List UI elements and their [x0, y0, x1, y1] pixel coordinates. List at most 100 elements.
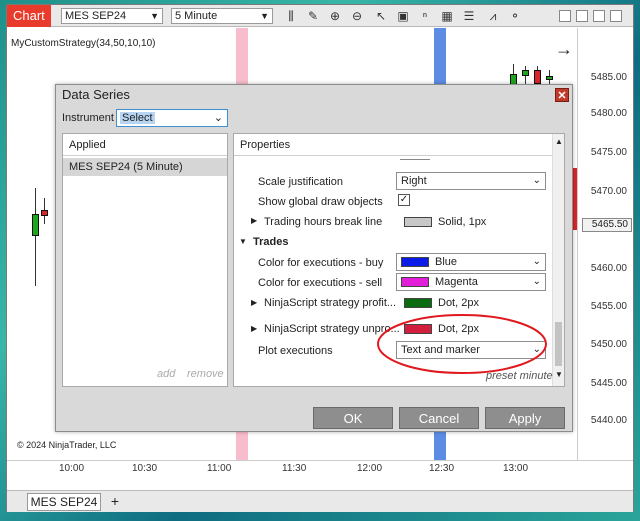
indicator-label: MyCustomStrategy(34,50,10,10) — [11, 38, 156, 49]
chevron-down-icon: ⌄ — [532, 276, 541, 287]
color-sell-select[interactable]: Magenta ⌄ — [396, 273, 546, 291]
window-button-4[interactable] — [610, 10, 622, 22]
scrollbar[interactable]: ▲ ▼ — [552, 134, 564, 386]
scale-justification-select[interactable]: Right ⌄ — [396, 172, 546, 190]
candle-up — [522, 70, 529, 76]
collapse-arrow-icon[interactable]: ▼ — [239, 237, 247, 246]
properties-icon[interactable]: ☰ — [461, 9, 477, 23]
candle-wick — [35, 188, 36, 286]
color-swatch — [404, 298, 432, 309]
chevron-down-icon: ▼ — [150, 11, 159, 21]
color-swatch — [401, 277, 429, 288]
price-axis[interactable]: 5485.00 5480.00 5475.00 5470.00 5465.50 … — [577, 28, 633, 460]
chevron-down-icon: ⌄ — [532, 175, 541, 186]
tab-mes-sep24[interactable]: MES SEP24 — [27, 493, 101, 511]
price-label: 5460.00 — [590, 263, 627, 274]
bar-type-icon[interactable]: ⫼ — [283, 9, 299, 23]
scale-justification-label: Scale justification — [258, 176, 343, 188]
window-button-2[interactable] — [576, 10, 588, 22]
show-global-draw-label: Show global draw objects — [258, 196, 383, 208]
chevron-down-icon: ▼ — [260, 11, 269, 21]
show-global-draw-checkbox[interactable]: ✓ — [398, 194, 410, 206]
color-swatch — [401, 257, 429, 268]
instrument-label: Instrument — [62, 112, 114, 124]
copyright: © 2024 NinjaTrader, LLC — [17, 440, 117, 450]
current-price-badge: 5465.50 — [582, 218, 632, 232]
trend-icon[interactable]: ⩘ — [485, 9, 501, 23]
candle-up — [546, 76, 553, 80]
time-axis[interactable] — [7, 460, 633, 490]
add-link[interactable]: add — [157, 368, 175, 380]
scrollbar-thumb[interactable] — [555, 322, 562, 366]
interval-selector[interactable]: 5 Minute ▼ — [171, 8, 273, 24]
toolbar: Chart MES SEP24 ▼ 5 Minute ▼ ⫼ ✎ ⊕ ⊖ ↖ ▣… — [7, 5, 633, 27]
chart-tab[interactable]: Chart — [7, 5, 51, 27]
time-label: 12:00 — [357, 463, 383, 474]
bottom-tab-bar: MES SEP24 + — [7, 490, 633, 512]
window-button-3[interactable] — [593, 10, 605, 22]
time-label: 10:00 — [59, 463, 85, 474]
highlight-ellipse — [377, 314, 547, 374]
price-label: 5475.00 — [590, 147, 627, 158]
remove-link[interactable]: remove — [187, 368, 224, 380]
data-series-icon[interactable]: ▣ — [395, 9, 411, 23]
scroll-up-icon[interactable]: ▲ — [555, 137, 563, 146]
time-label: 11:30 — [282, 463, 307, 474]
chevron-down-icon: ⌄ — [213, 112, 223, 124]
trading-hours-label: Trading hours break line — [264, 216, 383, 228]
window-button-1[interactable] — [559, 10, 571, 22]
price-label: 5480.00 — [590, 108, 627, 119]
expand-arrow-icon[interactable]: ▶ — [251, 216, 257, 225]
dialog-title: Data Series — [62, 87, 130, 102]
properties-panel: Properties ▲ ▼ Scale justification Right… — [233, 133, 565, 387]
expand-arrow-icon[interactable]: ▶ — [251, 324, 257, 333]
indicators-icon[interactable]: ⁿ — [417, 9, 433, 23]
price-label: 5455.00 — [590, 301, 627, 312]
expand-arrow-icon[interactable]: ▶ — [251, 298, 257, 307]
time-label: 10:30 — [132, 463, 158, 474]
cursor-icon[interactable]: ↖ — [373, 9, 389, 23]
trades-section-label: Trades — [253, 236, 289, 248]
scroll-down-icon[interactable]: ▼ — [555, 370, 563, 379]
close-icon[interactable]: ✕ — [555, 88, 569, 102]
chevron-down-icon: ⌄ — [532, 256, 541, 267]
applied-header: Applied — [63, 134, 227, 156]
price-label: 5440.00 — [590, 415, 627, 426]
apply-button[interactable]: Apply — [485, 407, 565, 429]
pencil-icon[interactable]: ✎ — [305, 9, 321, 23]
data-series-dialog: Data Series ✕ Instrument Select ⌄ Applie… — [55, 84, 573, 432]
strategy-profit-text: Dot, 2px — [438, 297, 479, 309]
instrument-selector[interactable]: MES SEP24 ▼ — [61, 8, 163, 24]
interval-selector-value: 5 Minute — [175, 10, 218, 22]
time-label: 12:30 — [429, 463, 455, 474]
add-tab-button[interactable]: + — [107, 493, 123, 511]
plot-executions-label: Plot executions — [258, 345, 333, 357]
ok-button[interactable]: OK — [313, 407, 393, 429]
instrument-selector-value: MES SEP24 — [65, 10, 127, 22]
instrument-select[interactable]: Select ⌄ — [116, 109, 228, 127]
time-label: 13:00 — [503, 463, 529, 474]
zoom-in-icon[interactable]: ⊕ — [327, 9, 343, 23]
price-label: 5450.00 — [590, 339, 627, 350]
strategy-profit-label: NinjaScript strategy profit... — [264, 297, 397, 309]
time-label: 11:00 — [207, 463, 232, 474]
scale-justification-value: Right — [401, 175, 427, 187]
arrow-right-icon[interactable]: → — [555, 40, 573, 58]
trading-hours-text: Solid, 1px — [438, 216, 487, 228]
strategies-icon[interactable]: ▦ — [439, 9, 455, 23]
candle-down — [41, 210, 48, 216]
price-label: 5445.00 — [590, 378, 627, 389]
instrument-select-value: Select — [120, 112, 155, 124]
cancel-button[interactable]: Cancel — [399, 407, 479, 429]
zoom-out-icon[interactable]: ⊖ — [349, 9, 365, 23]
color-sell-value: Magenta — [435, 276, 478, 288]
color-buy-value: Blue — [435, 256, 458, 268]
color-buy-label: Color for executions - buy — [258, 257, 384, 269]
color-buy-select[interactable]: Blue ⌄ — [396, 253, 546, 271]
properties-header: Properties — [234, 134, 564, 156]
color-swatch — [404, 217, 432, 228]
applied-item[interactable]: MES SEP24 (5 Minute) — [63, 158, 227, 176]
instrument-link-icon[interactable]: ⚬ — [507, 9, 523, 23]
divider — [400, 159, 430, 160]
strategy-profit-value: Dot, 2px — [404, 297, 479, 309]
